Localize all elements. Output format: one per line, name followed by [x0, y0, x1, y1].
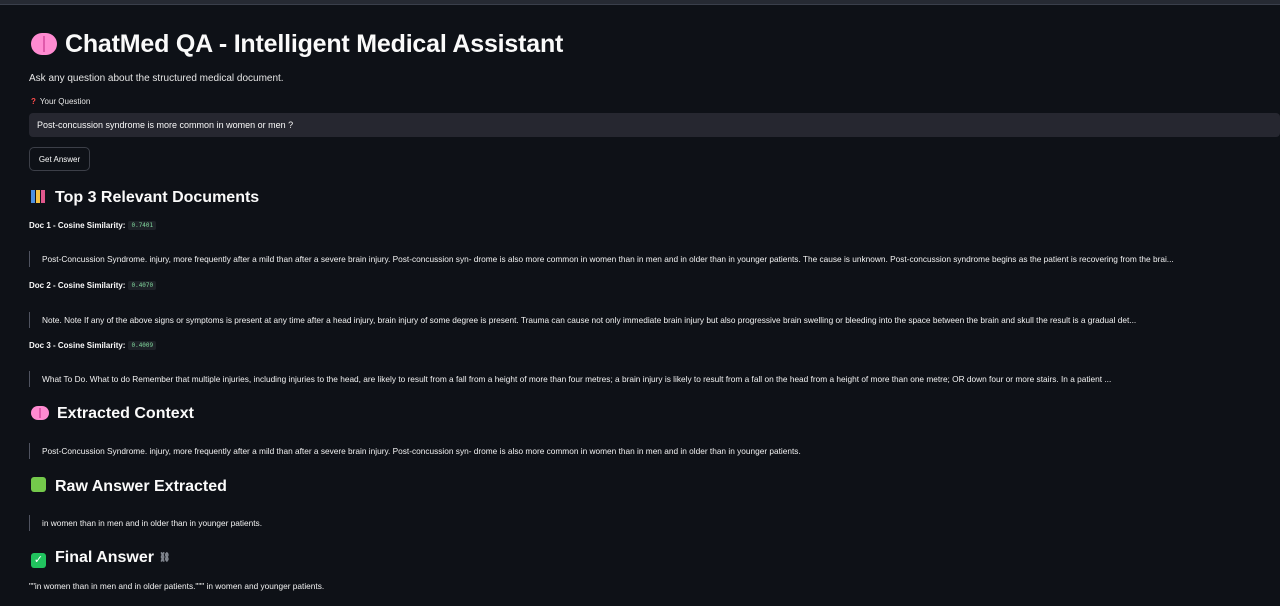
- question-mark-icon: ?: [31, 97, 36, 106]
- doc-3-label-text: Doc 3 - Cosine Similarity:: [29, 341, 126, 350]
- doc-2-score: 0.4070: [128, 281, 157, 291]
- doc-1-label-text: Doc 1 - Cosine Similarity:: [29, 221, 126, 230]
- doc-2-text: Note. Note If any of the above signs or …: [29, 312, 1280, 328]
- doc-1-text: Post-Concussion Syndrome. injury, more f…: [29, 251, 1280, 267]
- puzzle-icon: [31, 477, 46, 492]
- page-subtitle: Ask any question about the structured me…: [29, 73, 284, 84]
- question-input[interactable]: [29, 113, 1280, 137]
- books-icon: [31, 189, 55, 207]
- doc-2-label-text: Doc 2 - Cosine Similarity:: [29, 281, 126, 290]
- page-title-text: ChatMed QA - Intelligent Medical Assista…: [65, 30, 564, 58]
- doc-1-score: 0.7401: [128, 221, 157, 231]
- context-text: Post-Concussion Syndrome. injury, more f…: [29, 443, 1280, 459]
- doc-2-label: Doc 2 - Cosine Similarity: 0.4070: [29, 281, 157, 291]
- doc-3-text: What To Do. What to do Remember that mul…: [29, 371, 1280, 387]
- question-label: ? Your Question: [31, 97, 90, 106]
- link-icon[interactable]: ⛓: [159, 552, 170, 563]
- brain-icon: [31, 33, 57, 55]
- question-label-text: Your Question: [39, 97, 91, 106]
- main-content: ChatMed QA - Intelligent Medical Assista…: [29, 0, 1280, 606]
- page-title: ChatMed QA - Intelligent Medical Assista…: [31, 30, 563, 59]
- context-heading: Extracted Context: [31, 405, 194, 423]
- raw-answer-heading-text: Raw Answer Extracted: [55, 478, 227, 495]
- brain-icon: [31, 406, 49, 420]
- final-answer-heading-text: Final Answer: [55, 549, 154, 566]
- final-answer-text: ""in women than in men and in older pati…: [29, 581, 325, 591]
- raw-answer-text: in women than in men and in older than i…: [29, 515, 1280, 531]
- doc-3-label: Doc 3 - Cosine Similarity: 0.4009: [29, 341, 157, 351]
- final-answer-heading: ✓ Final Answer ⛓: [31, 549, 170, 568]
- doc-3-score: 0.4009: [128, 341, 157, 351]
- documents-heading-text: Top 3 Relevant Documents: [55, 189, 260, 206]
- raw-answer-heading: Raw Answer Extracted: [31, 477, 227, 496]
- documents-heading: Top 3 Relevant Documents: [31, 189, 259, 207]
- check-icon: ✓: [31, 553, 46, 568]
- doc-1-label: Doc 1 - Cosine Similarity: 0.7401: [29, 221, 157, 231]
- get-answer-button[interactable]: Get Answer: [29, 147, 90, 171]
- context-heading-text: Extracted Context: [57, 405, 194, 422]
